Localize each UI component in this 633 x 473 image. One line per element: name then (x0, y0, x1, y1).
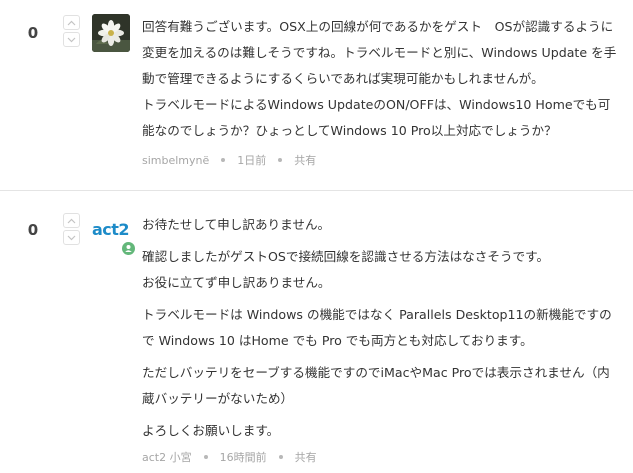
chevron-up-icon (67, 218, 76, 223)
user-badge-icon (122, 242, 135, 255)
comment-meta: simbelmynë 1日前 共有 (142, 152, 316, 168)
separator-dot (221, 158, 226, 162)
comment-paragraph: トラベルモードによるWindows UpdateのON/OFFは、Windows… (142, 97, 611, 138)
act2-logo[interactable]: act2 (92, 220, 130, 239)
comment-paragraph: よろしくお願いします。 (142, 423, 280, 438)
downvote-button[interactable] (63, 230, 80, 245)
vote-score: 0 (27, 221, 39, 239)
comment-author[interactable]: act2 小宮 (142, 449, 192, 465)
chevron-down-icon (67, 37, 76, 42)
comment-time[interactable]: 1日前 (237, 152, 266, 168)
share-link[interactable]: 共有 (294, 152, 316, 168)
comment-paragraph: 回答有難うございます。OSX上の回線が何であるかをゲスト OSが認識するように変… (142, 19, 617, 86)
separator-dot (203, 455, 208, 459)
comment-meta: act2 小宮 16時間前 共有 (142, 449, 317, 465)
downvote-button[interactable] (63, 32, 80, 47)
comment-paragraph: お役に立てず申し訳ありません。 (142, 275, 331, 290)
avatar[interactable] (92, 14, 130, 52)
comment-time[interactable]: 16時間前 (220, 449, 267, 465)
separator-dot (278, 455, 283, 459)
flower-avatar-icon (92, 14, 130, 52)
chevron-down-icon (67, 235, 76, 240)
upvote-button[interactable] (63, 15, 80, 30)
comment-paragraph: 確認しましたがゲストOSで接続回線を認識させる方法はなさそうです。 (142, 249, 550, 264)
comment-author[interactable]: simbelmynë (142, 154, 209, 167)
comment-body: お待たせして申し訳ありません。 確認しましたがゲストOSで接続回線を認識させる方… (142, 212, 617, 444)
comment-paragraph: お待たせして申し訳ありません。 (142, 217, 331, 232)
comment: 0 回答有難うございます。OSX上の回線が何であるかをゲスト OSが認識するよう… (0, 0, 633, 190)
chevron-up-icon (67, 20, 76, 25)
comment-paragraph: ただしバッテリをセーブする機能ですのでiMacやMac Proでは表示されません… (142, 365, 610, 406)
comment-body: 回答有難うございます。OSX上の回線が何であるかをゲスト OSが認識するように変… (142, 14, 617, 144)
vote-score: 0 (27, 24, 39, 42)
share-link[interactable]: 共有 (295, 449, 317, 465)
upvote-button[interactable] (63, 213, 80, 228)
comment-paragraph: トラベルモードは Windows の機能ではなく Parallels Deskt… (142, 307, 612, 348)
separator-dot (278, 158, 283, 162)
